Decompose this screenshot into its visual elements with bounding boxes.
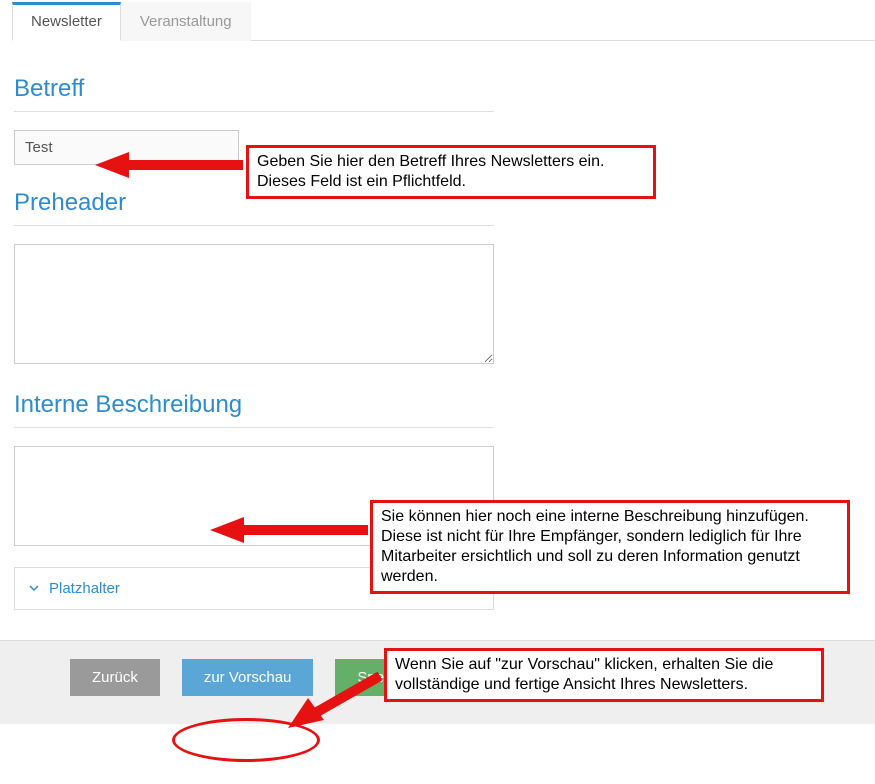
preheader-textarea[interactable] <box>14 244 494 364</box>
subject-input[interactable] <box>14 130 239 165</box>
tab-event[interactable]: Veranstaltung <box>121 2 251 41</box>
accordion-label: Platzhalter <box>49 580 120 597</box>
form-area: Betreff Preheader Interne Beschreibung P… <box>0 41 520 620</box>
back-button[interactable]: Zurück <box>70 659 160 696</box>
tab-bar: Newsletter Veranstaltung <box>12 0 875 41</box>
preview-button[interactable]: zur Vorschau <box>182 659 314 696</box>
tab-newsletter[interactable]: Newsletter <box>12 2 121 41</box>
placeholder-accordion[interactable]: Platzhalter <box>14 567 494 610</box>
footer-bar: Zurück zur Vorschau Speichern <box>0 640 875 724</box>
annotation-circle <box>172 718 320 762</box>
chevron-down-icon <box>29 582 39 596</box>
section-title-description: Interne Beschreibung <box>14 391 494 428</box>
save-button[interactable]: Speichern <box>335 659 447 696</box>
description-textarea[interactable] <box>14 446 494 546</box>
section-title-subject: Betreff <box>14 75 494 112</box>
section-title-preheader: Preheader <box>14 189 494 226</box>
